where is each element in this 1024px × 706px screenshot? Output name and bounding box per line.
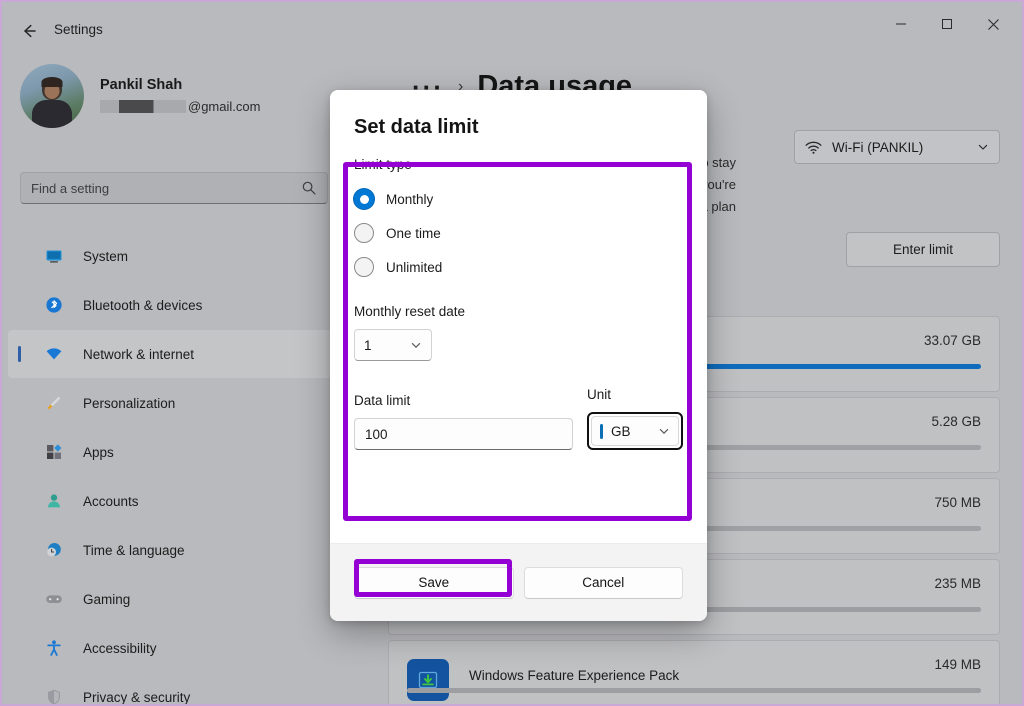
data-limit-input[interactable]: 100 — [354, 418, 573, 450]
reset-date-value: 1 — [364, 337, 372, 353]
chevron-down-icon — [410, 339, 422, 351]
dialog-title: Set data limit — [354, 116, 479, 138]
cancel-button[interactable]: Cancel — [523, 566, 683, 599]
radio-option-unlimited[interactable]: Unlimited — [354, 250, 683, 284]
screenshot-root: Settings Pankil Shah @gmail.com Find a s… — [0, 0, 1024, 706]
limit-type-label: Limit type — [354, 157, 412, 172]
dialog-body: Set data limit Limit type Monthly One ti… — [330, 90, 707, 543]
radio-button-monthly[interactable] — [354, 189, 374, 209]
unit-dropdown[interactable]: GB — [591, 416, 679, 446]
unit-label: Unit — [587, 387, 612, 402]
reset-date-label: Monthly reset date — [354, 304, 466, 319]
data-limit-label: Data limit — [354, 393, 411, 408]
save-button[interactable]: Save — [354, 566, 514, 599]
chevron-down-icon — [658, 425, 670, 437]
dialog-footer: Save Cancel — [330, 543, 707, 621]
radio-label: Monthly — [386, 191, 434, 207]
unit-dropdown-focus-ring: GB — [587, 412, 683, 450]
radio-option-monthly[interactable]: Monthly — [354, 182, 683, 216]
radio-button-one-time[interactable] — [354, 223, 374, 243]
unit-accent-bar — [600, 423, 603, 439]
reset-date-dropdown[interactable]: 1 — [354, 329, 432, 361]
radio-label: Unlimited — [386, 259, 443, 275]
unit-value: GB — [611, 423, 631, 439]
dialog-scrim: Set data limit Limit type Monthly One ti… — [2, 2, 1022, 704]
limit-and-unit-row: Data limit 100 Unit GB — [354, 387, 683, 450]
set-data-limit-dialog: Set data limit Limit type Monthly One ti… — [330, 90, 707, 621]
radio-option-one-time[interactable]: One time — [354, 216, 683, 250]
radio-button-unlimited[interactable] — [354, 257, 374, 277]
radio-label: One time — [386, 225, 441, 241]
